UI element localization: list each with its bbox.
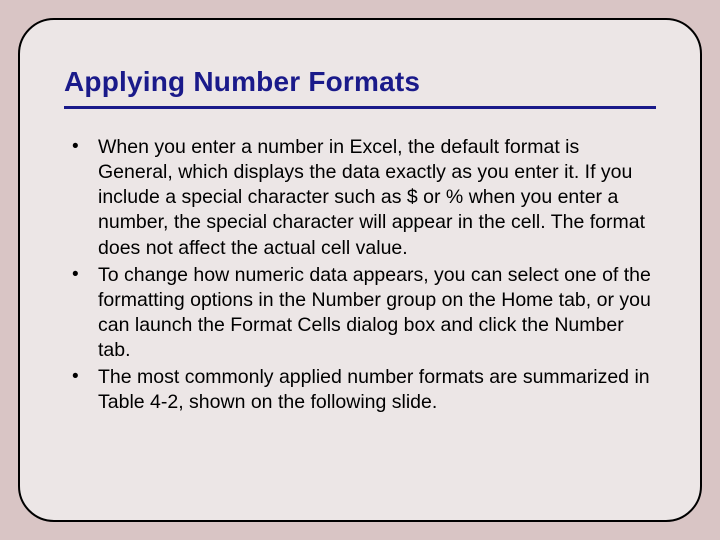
list-item: The most commonly applied number formats… (64, 365, 656, 415)
bullet-list: When you enter a number in Excel, the de… (64, 135, 656, 416)
slide-card: Applying Number Formats When you enter a… (18, 18, 702, 522)
slide-title: Applying Number Formats (64, 66, 656, 109)
list-item: When you enter a number in Excel, the de… (64, 135, 656, 261)
list-item: To change how numeric data appears, you … (64, 263, 656, 364)
